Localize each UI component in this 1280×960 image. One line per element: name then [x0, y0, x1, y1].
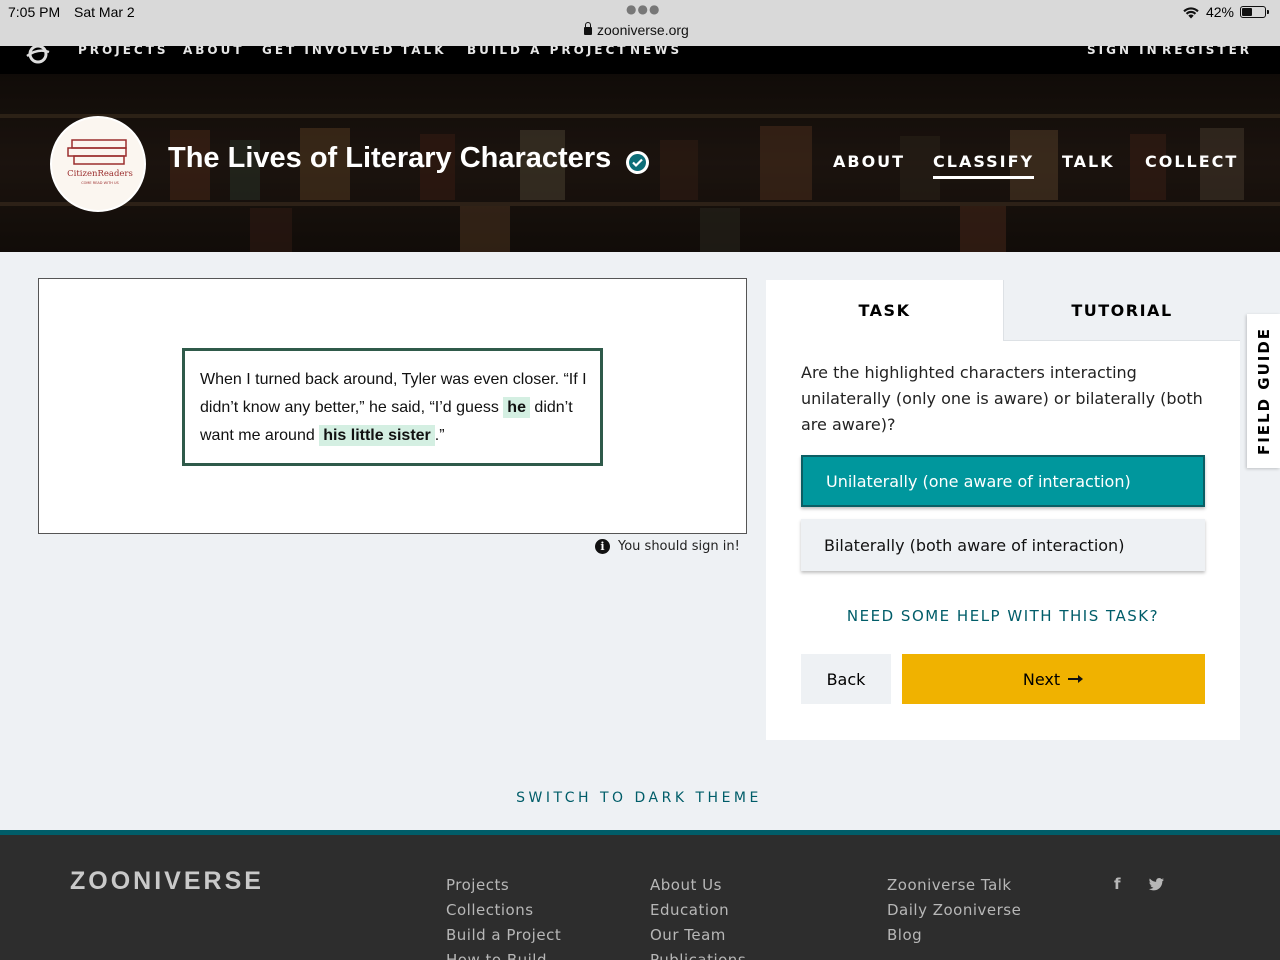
tab-task[interactable]: TASK	[766, 280, 1003, 341]
topnav-projects[interactable]: PROJECTS	[78, 46, 169, 57]
zooniverse-top-nav: PROJECTS ABOUT GET INVOLVED TALK BUILD A…	[0, 46, 1280, 74]
footer-link[interactable]: Zooniverse Talk	[887, 873, 1021, 898]
topnav-talk[interactable]: TALK	[401, 46, 447, 57]
address-bar[interactable]: zooniverse.org	[584, 22, 689, 38]
logo-text: CitizenReaders	[67, 169, 133, 179]
project-nav-collect[interactable]: COLLECT	[1145, 152, 1238, 171]
topnav-about[interactable]: ABOUT	[183, 46, 245, 57]
zooniverse-logo-icon[interactable]	[26, 46, 50, 66]
twitter-icon[interactable]	[1149, 878, 1164, 891]
logo-tagline: COME READ WITH US	[81, 181, 119, 185]
excerpt-text: .”	[434, 427, 445, 444]
task-question: Are the highlighted characters interacti…	[801, 363, 1203, 434]
subject-text-excerpt: When I turned back around, Tyler was eve…	[182, 348, 603, 466]
info-icon: i	[595, 539, 610, 554]
battery-icon	[1240, 6, 1269, 18]
topnav-news[interactable]: NEWS	[630, 46, 682, 57]
arrow-right-icon	[1068, 675, 1084, 683]
next-label: Next	[1022, 669, 1061, 689]
footer-link[interactable]: How to Build	[446, 948, 561, 960]
task-panel: TASK TUTORIAL Are the highlighted charac…	[766, 280, 1240, 740]
battery-level	[1242, 8, 1253, 16]
footer-link[interactable]: Our Team	[650, 923, 746, 948]
sign-in-link[interactable]: SIGN IN	[1087, 46, 1160, 57]
status-date: Sat Mar 2	[74, 4, 135, 20]
highlighted-character: he	[503, 397, 530, 418]
project-nav-classify[interactable]: CLASSIFY	[933, 152, 1035, 179]
footer-logo[interactable]: ZOONIVERSE	[70, 867, 264, 896]
tab-tutorial[interactable]: TUTORIAL	[1003, 280, 1240, 341]
register-link[interactable]: REGISTER	[1162, 46, 1252, 57]
project-avatar[interactable]: CitizenReaders COME READ WITH US	[50, 116, 146, 212]
project-hero: CitizenReaders COME READ WITH US The Liv…	[0, 74, 1280, 252]
footer-link[interactable]: Education	[650, 898, 746, 923]
footer-link[interactable]: Projects	[446, 873, 561, 898]
footer-col-3: Zooniverse Talk Daily Zooniverse Blog	[887, 873, 1021, 948]
safari-more-dots-icon[interactable]: ●●●	[626, 2, 660, 16]
footer-link[interactable]: Build a Project	[446, 923, 561, 948]
topnav-get-involved[interactable]: GET INVOLVED	[262, 46, 396, 57]
footer-link[interactable]: Daily Zooniverse	[887, 898, 1021, 923]
project-title[interactable]: The Lives of Literary Characters	[168, 142, 611, 175]
project-nav-about[interactable]: ABOUT	[833, 152, 905, 171]
status-right: 42%	[1182, 4, 1269, 20]
next-button[interactable]: Next	[902, 654, 1205, 704]
footer-link[interactable]: Blog	[887, 923, 1021, 948]
topnav-build-a-project[interactable]: BUILD A PROJECT	[467, 46, 629, 57]
citizen-readers-logo-icon: CitizenReaders COME READ WITH US	[67, 139, 133, 185]
footer-link[interactable]: Collections	[446, 898, 561, 923]
project-nav-talk[interactable]: TALK	[1062, 152, 1115, 171]
footer-link[interactable]: About Us	[650, 873, 746, 898]
subject-viewer[interactable]: When I turned back around, Tyler was eve…	[38, 278, 747, 534]
ios-status-bar: 7:05 PM Sat Mar 2 ●●● zooniverse.org 42%	[0, 0, 1280, 46]
answer-unilaterally[interactable]: Unilaterally (one aware of interaction)	[801, 455, 1205, 507]
field-guide-tab[interactable]: FIELD GUIDE	[1247, 314, 1280, 468]
switch-dark-theme-link[interactable]: SWITCH TO DARK THEME	[0, 790, 1278, 806]
battery-percent: 42%	[1205, 4, 1234, 20]
lock-icon	[584, 22, 592, 35]
sign-in-note-text: You should sign in!	[618, 539, 740, 554]
site-footer: ZOONIVERSE Projects Collections Build a …	[0, 830, 1280, 960]
verified-check-icon	[626, 151, 649, 174]
back-button[interactable]: Back	[801, 654, 891, 704]
answer-bilaterally[interactable]: Bilaterally (both aware of interaction)	[801, 519, 1205, 571]
sign-in-notice: i You should sign in!	[595, 539, 740, 554]
footer-link[interactable]: Publications	[650, 948, 746, 960]
wifi-icon	[1183, 6, 1199, 18]
url-text: zooniverse.org	[597, 22, 689, 38]
footer-col-1: Projects Collections Build a Project How…	[446, 873, 561, 960]
facebook-icon[interactable]: f	[1114, 875, 1121, 893]
task-help-link[interactable]: NEED SOME HELP WITH THIS TASK?	[766, 607, 1240, 625]
status-time: 7:05 PM	[8, 4, 61, 20]
highlighted-character: his little sister	[319, 425, 435, 446]
field-guide-label: FIELD GUIDE	[1254, 326, 1273, 456]
footer-col-2: About Us Education Our Team Publications	[650, 873, 746, 960]
